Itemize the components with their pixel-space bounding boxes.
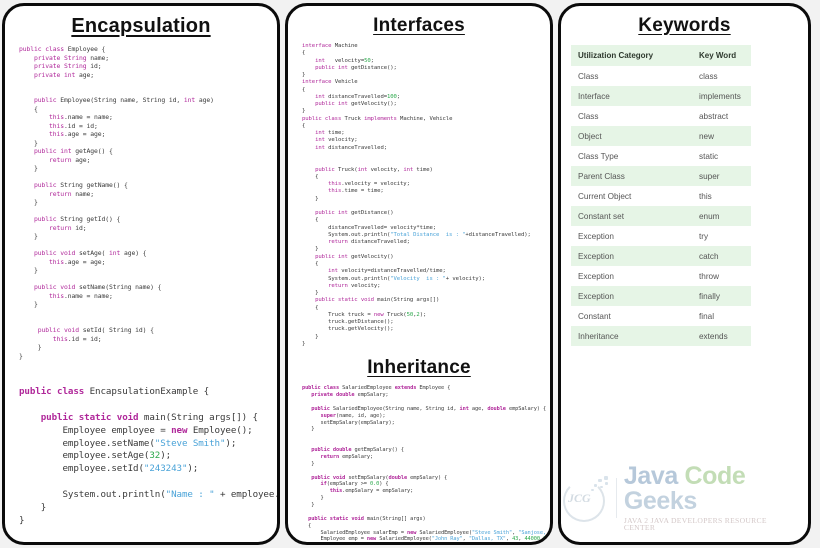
logo-word-code: Code bbox=[684, 461, 746, 490]
cell-key-word: abstract bbox=[692, 106, 751, 126]
cell-utilization-category: Constant bbox=[571, 306, 692, 326]
jcg-monogram-text: JCG bbox=[568, 490, 591, 505]
table-header-row: Utilization Category Key Word bbox=[571, 45, 751, 66]
cell-utilization-category: Inheritance bbox=[571, 326, 692, 346]
table-row: Inheritance extends bbox=[571, 326, 751, 346]
code-interfaces: interface Machine { int velocity=50; pub… bbox=[302, 43, 531, 347]
logo-wordmark: Java Code Geeks bbox=[623, 461, 800, 515]
panel-title-keywords: Keywords bbox=[638, 15, 731, 36]
cell-key-word: this bbox=[692, 186, 751, 206]
table-row: Constant set enum bbox=[571, 206, 751, 226]
table-row: Class Type static bbox=[571, 146, 751, 166]
cell-key-word: enum bbox=[692, 206, 751, 226]
pixel-dots-icon bbox=[591, 475, 611, 494]
column-header-category: Utilization Category bbox=[571, 45, 692, 66]
panel-title-inheritance: Inheritance bbox=[367, 357, 471, 379]
panel-encapsulation: Encapsulation public class Employee { pr… bbox=[2, 3, 280, 545]
cell-utilization-category: Object bbox=[571, 126, 692, 146]
table-row: Exception try bbox=[571, 226, 751, 246]
table-row: Object new bbox=[571, 126, 751, 146]
logo-divider bbox=[616, 477, 617, 518]
cell-key-word: static bbox=[692, 146, 751, 166]
cell-key-word: catch bbox=[692, 246, 751, 266]
code-encapsulation-class: public class Employee { private String n… bbox=[19, 45, 214, 360]
panel-keywords: Keywords Utilization Category Key Word C… bbox=[558, 3, 811, 545]
table-row: Class abstract bbox=[571, 106, 751, 126]
cell-utilization-category: Parent Class bbox=[571, 166, 692, 186]
table-row: Class class bbox=[571, 66, 751, 86]
table-row: Constant final bbox=[571, 306, 751, 326]
logo-text-block: Java Code Geeks JAVA 2 JAVA DEVELOPERS R… bbox=[623, 461, 800, 533]
panel-title-encapsulation: Encapsulation bbox=[71, 15, 211, 37]
cell-utilization-category: Class Type bbox=[571, 146, 692, 166]
logo-word-java: Java bbox=[623, 461, 678, 490]
cell-key-word: implements bbox=[692, 86, 751, 106]
panel-interfaces-inheritance: Interfaces interface Machine { int veloc… bbox=[285, 3, 553, 545]
cell-key-word: class bbox=[692, 66, 751, 86]
column-header-keyword: Key Word bbox=[692, 45, 751, 66]
cell-utilization-category: Exception bbox=[571, 226, 692, 246]
keywords-table: Utilization Category Key Word Class class… bbox=[571, 45, 751, 346]
cell-key-word: throw bbox=[692, 266, 751, 286]
cell-utilization-category: Class bbox=[571, 66, 692, 86]
cell-utilization-category: Current Object bbox=[571, 186, 692, 206]
slide-board: Encapsulation public class Employee { pr… bbox=[0, 0, 820, 548]
logo-tagline: JAVA 2 JAVA DEVELOPERS RESOURCE CENTER bbox=[623, 515, 767, 533]
table-row: Interface implements bbox=[571, 86, 751, 106]
table-row: Exception catch bbox=[571, 246, 751, 266]
jcg-mark-icon: JCG bbox=[561, 474, 613, 522]
cell-key-word: extends bbox=[692, 326, 751, 346]
cell-key-word: try bbox=[692, 226, 751, 246]
cell-key-word: finally bbox=[692, 286, 751, 306]
keywords-table-body: Class class Interface implements Class abstra… bbox=[571, 66, 751, 346]
table-row: Parent Class super bbox=[571, 166, 751, 186]
table-row: Current Object this bbox=[571, 186, 751, 206]
panel-title-interfaces: Interfaces bbox=[373, 15, 465, 36]
table-row: Exception throw bbox=[571, 266, 751, 286]
cell-key-word: final bbox=[692, 306, 751, 326]
cell-utilization-category: Exception bbox=[571, 266, 692, 286]
table-row: Exception finally bbox=[571, 286, 751, 306]
keywords-table-head: Utilization Category Key Word bbox=[571, 45, 751, 66]
java-code-geeks-logo: JCG Java Code Geeks JAVA 2 JAVA DEVELOPE… bbox=[561, 461, 800, 533]
cell-utilization-category: Class bbox=[571, 106, 692, 126]
code-inheritance: public class SalariedEmployee extends Em… bbox=[302, 385, 553, 543]
cell-utilization-category: Constant set bbox=[571, 206, 692, 226]
cell-utilization-category: Exception bbox=[571, 246, 692, 266]
logo-word-geeks: Geeks bbox=[623, 486, 697, 515]
cell-utilization-category: Exception bbox=[571, 286, 692, 306]
cell-utilization-category: Interface bbox=[571, 86, 692, 106]
cell-key-word: new bbox=[692, 126, 751, 146]
cell-key-word: super bbox=[692, 166, 751, 186]
code-encapsulation-example: public class EncapsulationExample { publ… bbox=[19, 386, 280, 526]
